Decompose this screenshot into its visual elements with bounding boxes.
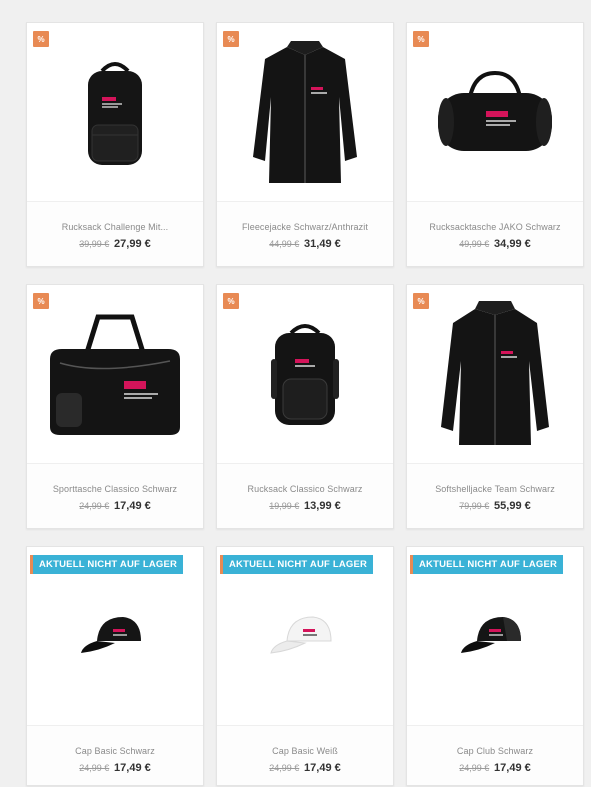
product-name[interactable]: Fleecejacke Schwarz/Anthrazit xyxy=(217,222,393,232)
jacket-icon xyxy=(441,301,549,445)
old-price: 49,99 € xyxy=(459,239,490,249)
sports-bag-icon xyxy=(50,314,180,435)
backpack-icon xyxy=(271,324,339,425)
product-name[interactable]: Sporttasche Classico Schwarz xyxy=(27,484,203,494)
product-info: Rucksack Classico Schwarz 19,99 € 13,99 … xyxy=(217,463,393,528)
price-block: 39,99 € 27,99 € xyxy=(27,238,203,250)
product-image[interactable] xyxy=(407,547,583,725)
sale-price: 17,49 € xyxy=(494,762,531,774)
sale-price: 27,99 € xyxy=(114,238,151,250)
product-name[interactable]: Cap Basic Schwarz xyxy=(27,746,203,756)
product-card[interactable]: % Rucksack Classico Schwarz 19,99 € 13,9… xyxy=(216,284,394,529)
backpack-icon xyxy=(88,62,142,165)
price-block: 19,99 € 13,99 € xyxy=(217,500,393,512)
sale-price: 31,49 € xyxy=(304,238,341,250)
old-price: 39,99 € xyxy=(79,239,110,249)
old-price: 24,99 € xyxy=(459,763,490,773)
product-info: Fleecejacke Schwarz/Anthrazit 44,99 € 31… xyxy=(217,201,393,266)
product-image[interactable] xyxy=(27,547,203,725)
sale-price: 13,99 € xyxy=(304,500,341,512)
cap-icon xyxy=(270,616,332,654)
price-block: 24,99 € 17,49 € xyxy=(217,762,393,774)
product-image[interactable] xyxy=(407,285,583,463)
old-price: 19,99 € xyxy=(269,501,300,511)
product-image[interactable] xyxy=(217,285,393,463)
product-image[interactable] xyxy=(27,23,203,201)
price-block: 24,99 € 17,49 € xyxy=(407,762,583,774)
old-price: 24,99 € xyxy=(79,763,110,773)
sale-price: 17,49 € xyxy=(114,762,151,774)
price-block: 44,99 € 31,49 € xyxy=(217,238,393,250)
product-name[interactable]: Rucksacktasche JAKO Schwarz xyxy=(407,222,583,232)
product-name[interactable]: Cap Club Schwarz xyxy=(407,746,583,756)
product-card[interactable]: % Fleecejacke Schwarz/Anthrazit 44,99 € … xyxy=(216,22,394,267)
product-info: Sporttasche Classico Schwarz 24,99 € 17,… xyxy=(27,463,203,528)
old-price: 79,99 € xyxy=(459,501,490,511)
cap-icon xyxy=(461,617,521,653)
product-card[interactable]: % Softshelljacke Team Schwarz 79,99 € 55… xyxy=(406,284,584,529)
product-card[interactable]: % Sporttasche Classico Schwarz 24,99 € 1… xyxy=(26,284,204,529)
product-name[interactable]: Rucksack Challenge Mit... xyxy=(27,222,203,232)
product-info: Cap Basic Weiß 24,99 € 17,49 € xyxy=(217,725,393,785)
product-card[interactable]: AKTUELL NICHT AUF LAGER Cap Basic Weiß 2… xyxy=(216,546,394,786)
product-name[interactable]: Softshelljacke Team Schwarz xyxy=(407,484,583,494)
product-grid: % Rucksack Challenge Mit... 39,99 € 27,9… xyxy=(26,22,584,786)
product-image[interactable] xyxy=(217,23,393,201)
old-price: 24,99 € xyxy=(79,501,110,511)
product-name[interactable]: Rucksack Classico Schwarz xyxy=(217,484,393,494)
price-block: 79,99 € 55,99 € xyxy=(407,500,583,512)
product-card[interactable]: AKTUELL NICHT AUF LAGER Cap Club Schwarz… xyxy=(406,546,584,786)
product-info: Rucksacktasche JAKO Schwarz 49,99 € 34,9… xyxy=(407,201,583,266)
product-card[interactable]: % Rucksack Challenge Mit... 39,99 € 27,9… xyxy=(26,22,204,267)
sale-price: 55,99 € xyxy=(494,500,531,512)
product-name[interactable]: Cap Basic Weiß xyxy=(217,746,393,756)
product-image[interactable] xyxy=(27,285,203,463)
price-block: 24,99 € 17,49 € xyxy=(27,500,203,512)
sale-price: 34,99 € xyxy=(494,238,531,250)
duffel-bag-icon xyxy=(438,70,552,151)
product-card[interactable]: % Rucksacktasche JAKO Schwarz 49,99 € 34… xyxy=(406,22,584,267)
product-card[interactable]: AKTUELL NICHT AUF LAGER Cap Basic Schwar… xyxy=(26,546,204,786)
product-info: Softshelljacke Team Schwarz 79,99 € 55,9… xyxy=(407,463,583,528)
product-image[interactable] xyxy=(407,23,583,201)
price-block: 24,99 € 17,49 € xyxy=(27,762,203,774)
cap-icon xyxy=(81,617,141,653)
sale-price: 17,49 € xyxy=(304,762,341,774)
product-info: Rucksack Challenge Mit... 39,99 € 27,99 … xyxy=(27,201,203,266)
product-image[interactable] xyxy=(217,547,393,725)
old-price: 24,99 € xyxy=(269,763,300,773)
price-block: 49,99 € 34,99 € xyxy=(407,238,583,250)
sale-price: 17,49 € xyxy=(114,500,151,512)
product-info: Cap Club Schwarz 24,99 € 17,49 € xyxy=(407,725,583,785)
jacket-icon xyxy=(253,41,357,183)
old-price: 44,99 € xyxy=(269,239,300,249)
product-info: Cap Basic Schwarz 24,99 € 17,49 € xyxy=(27,725,203,785)
